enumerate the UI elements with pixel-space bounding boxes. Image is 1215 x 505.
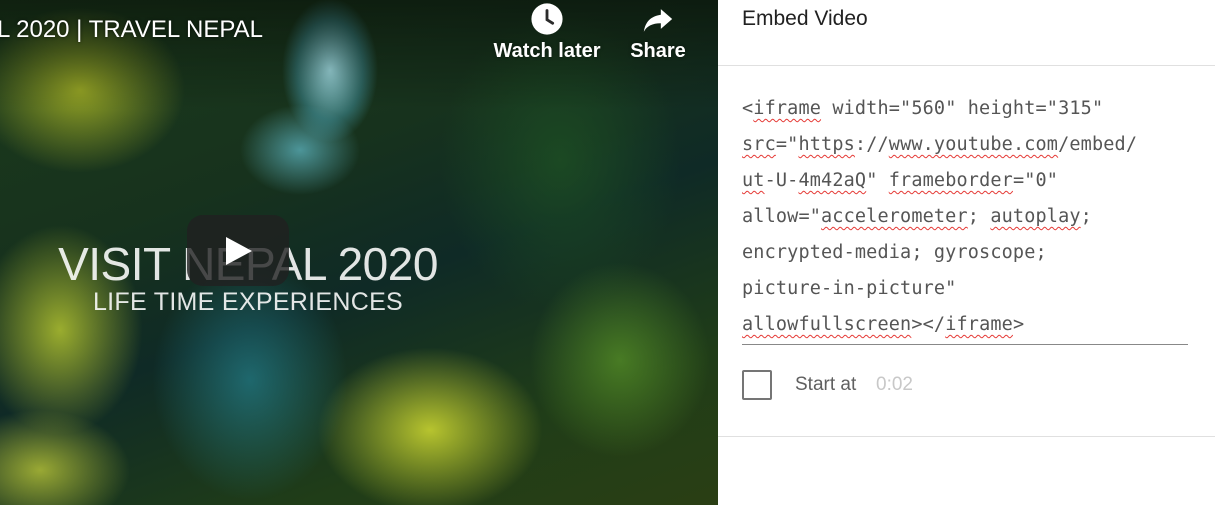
code-token: -U-	[764, 170, 799, 191]
misspelled-token: www.youtube.com	[888, 134, 1059, 155]
embed-code-line: picture-in-picture"	[742, 271, 1188, 307]
embed-code-line: allowfullscreen></iframe>	[742, 307, 1188, 343]
code-token: width="560" height="315"	[821, 98, 1104, 119]
video-preview[interactable]: L 2020 | TRAVEL NEPAL Watch later Share …	[0, 0, 718, 505]
watch-later-label: Watch later	[493, 40, 601, 62]
panel-divider	[718, 65, 1215, 66]
embed-panel-title: Embed Video	[742, 7, 868, 30]
code-token: picture-in-picture"	[742, 278, 957, 299]
misspelled-token: ut	[742, 170, 765, 191]
share-label: Share	[630, 40, 686, 62]
code-token: ://	[854, 134, 889, 155]
play-icon	[226, 237, 252, 265]
misspelled-token: iframe	[945, 314, 1013, 335]
code-token: /embed/	[1058, 134, 1138, 155]
watch-later-button[interactable]: Watch later	[492, 2, 602, 63]
code-token: ="	[775, 134, 799, 155]
misspelled-token: frameborder	[888, 170, 1013, 191]
misspelled-token: autoplay	[990, 206, 1081, 227]
misspelled-token: src	[742, 134, 776, 155]
embed-code-line: encrypted-media; gyroscope;	[742, 235, 1188, 271]
code-token: ;	[1080, 206, 1092, 227]
misspelled-token: 4m42aQ	[798, 170, 867, 191]
code-token: <	[742, 98, 754, 119]
start-at-label: Start at	[795, 374, 857, 395]
overlay-subheadline: LIFE TIME EXPERIENCES	[92, 288, 404, 316]
misspelled-token: https	[798, 134, 855, 155]
code-token: >	[1012, 314, 1025, 335]
embed-panel: Embed Video <iframe width="560" height="…	[718, 0, 1215, 505]
embed-code-line: <iframe width="560" height="315"	[742, 91, 1188, 127]
start-at-time-input[interactable]: 0:02	[876, 374, 913, 396]
code-token: encrypted-media; gyroscope;	[742, 242, 1047, 263]
misspelled-token: iframe	[753, 98, 822, 119]
embed-code-line: ut-U-4m42aQ" frameborder="0"	[742, 163, 1188, 199]
misspelled-token: accelerometer	[821, 206, 968, 227]
code-token: ="0"	[1012, 170, 1059, 191]
panel-divider	[718, 436, 1215, 437]
start-at-checkbox[interactable]	[742, 370, 772, 400]
embed-code-line: src="https://www.youtube.com/embed/	[742, 127, 1188, 163]
play-button[interactable]	[187, 215, 289, 286]
share-button[interactable]: Share	[625, 2, 691, 63]
clock-icon	[531, 3, 563, 35]
code-token: ></	[911, 314, 946, 335]
share-arrow-icon	[643, 9, 673, 32]
video-title[interactable]: L 2020 | TRAVEL NEPAL	[0, 16, 263, 44]
code-token: ;	[967, 206, 991, 227]
embed-code-line: allow="accelerometer; autoplay;	[742, 199, 1188, 235]
code-token: "	[866, 170, 889, 191]
embed-code-textarea[interactable]: <iframe width="560" height="315" src="htt…	[742, 91, 1188, 345]
code-token: allow="	[742, 206, 822, 227]
misspelled-token: allowfullscreen	[742, 314, 912, 335]
